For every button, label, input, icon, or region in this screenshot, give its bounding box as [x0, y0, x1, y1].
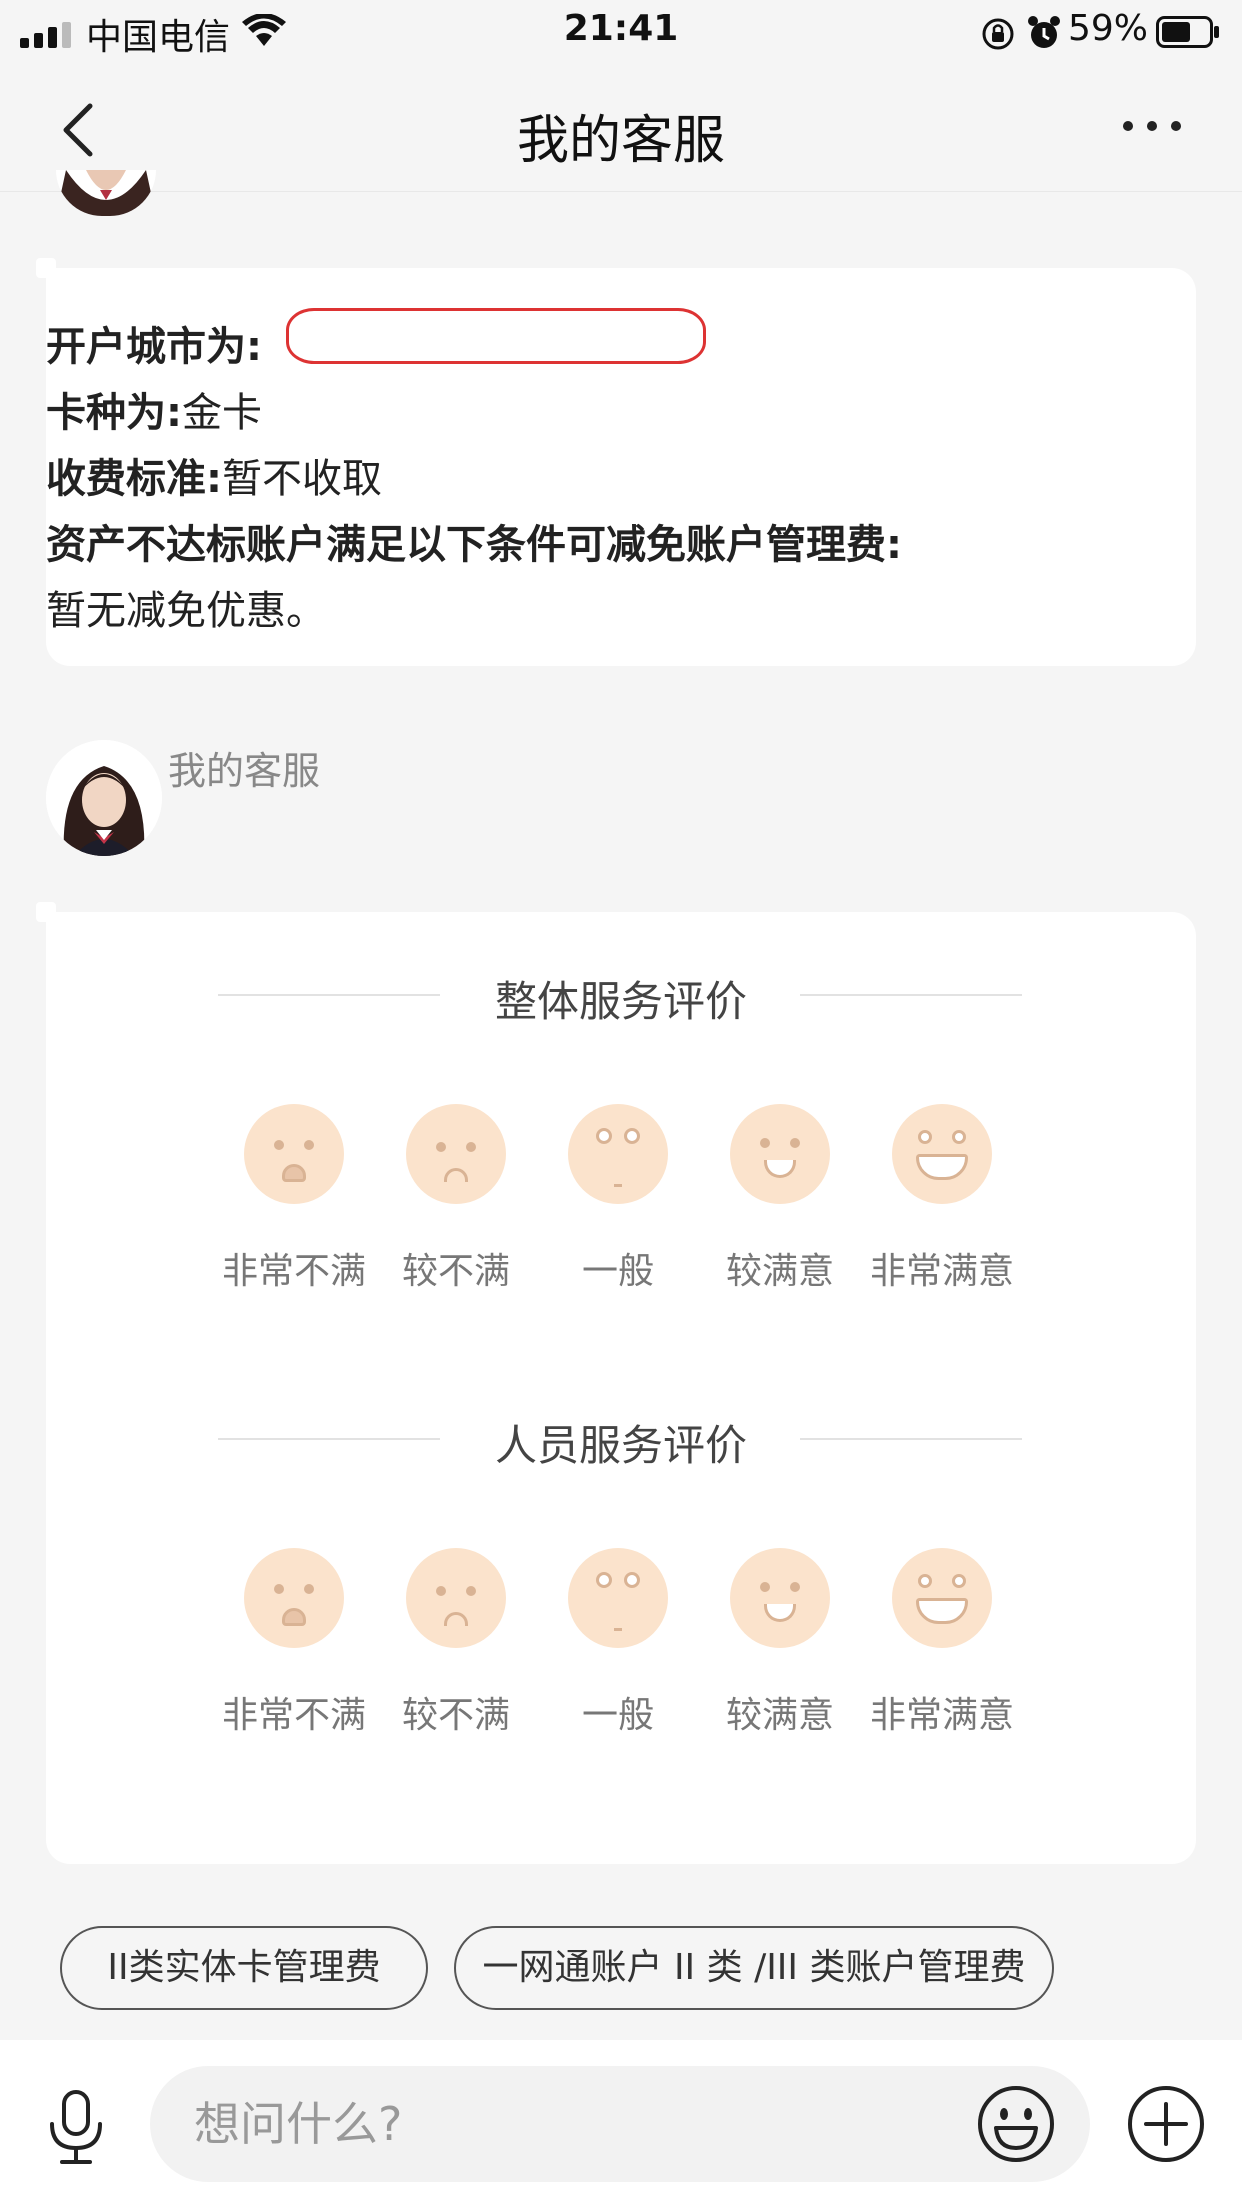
- fee-standard-label: 收费标准:: [46, 456, 222, 502]
- card-type-line: 卡种为:金卡: [46, 380, 1166, 446]
- redaction-outline: [286, 308, 706, 364]
- nav-bar: 我的客服: [0, 62, 1242, 192]
- status-bar: 中国电信 21:41 59%: [0, 0, 1242, 62]
- satisfied-face-icon: [730, 1104, 830, 1204]
- alarm-icon: [1028, 16, 1060, 48]
- option-label: 较满意: [725, 1695, 834, 1736]
- quick-reply-bar: II类实体卡管理费 一网通账户 II 类 /III 类账户管理费: [0, 1896, 1242, 2036]
- waiver-value: 暂无减免优惠。: [46, 588, 326, 634]
- staff-very-dissatisfied[interactable]: 非常不满: [214, 1548, 374, 1738]
- staff-rating-title: 人员服务评价: [494, 1421, 747, 1470]
- fee-standard-value: 暂不收取: [222, 456, 382, 502]
- emoji-icon[interactable]: [976, 2084, 1056, 2164]
- quick-reply-chip[interactable]: II类实体卡管理费: [60, 1926, 428, 2010]
- neutral-face-icon: [568, 1104, 668, 1204]
- quick-reply-chip[interactable]: 一网通账户 II 类 /III 类账户管理费: [454, 1926, 1054, 2010]
- page-title: 我的客服: [516, 111, 725, 171]
- waiver-condition-label: 资产不达标账户满足以下条件可减免账户管理费:: [46, 522, 902, 568]
- waiver-condition-line: 资产不达标账户满足以下条件可减免账户管理费:: [46, 512, 1166, 578]
- waiver-value-line: 暂无减免优惠。: [46, 578, 1166, 644]
- staff-dissatisfied[interactable]: 较不满: [376, 1548, 536, 1738]
- card-type-label: 卡种为:: [46, 390, 182, 436]
- rating-card: 整体服务评价 非常不满 较不满 一般 较满意 非常满意 人员服务评价 非常不满 …: [36, 902, 1196, 1864]
- option-label: 非常满意: [869, 1695, 1014, 1736]
- divider-right: [800, 1438, 1022, 1440]
- battery-icon: [1156, 16, 1219, 48]
- option-label: 非常满意: [869, 1251, 1014, 1292]
- staff-neutral[interactable]: 一般: [538, 1548, 698, 1738]
- bubble-tail: [36, 258, 56, 278]
- rotation-lock-icon: [982, 18, 1014, 50]
- card-type-value: 金卡: [182, 390, 262, 436]
- open-city-label: 开户城市为:: [46, 324, 262, 370]
- agent-name: 我的客服: [168, 749, 321, 793]
- very-dissatisfied-face-icon: [244, 1548, 344, 1648]
- overall-neutral[interactable]: 一般: [538, 1104, 698, 1294]
- divider-right: [800, 994, 1022, 996]
- very-satisfied-face-icon: [892, 1548, 992, 1648]
- microphone-icon[interactable]: [46, 2088, 106, 2168]
- option-label: 较不满: [401, 1251, 510, 1292]
- more-options-icon[interactable]: [1120, 118, 1184, 134]
- staff-satisfied[interactable]: 较满意: [700, 1548, 860, 1738]
- very-dissatisfied-face-icon: [244, 1104, 344, 1204]
- message-input-container: [150, 2066, 1090, 2182]
- option-label: 一般: [581, 1695, 654, 1736]
- plus-icon[interactable]: [1126, 2084, 1206, 2164]
- option-label: 非常不满: [221, 1695, 366, 1736]
- staff-very-satisfied[interactable]: 非常满意: [862, 1548, 1022, 1738]
- satisfied-face-icon: [730, 1548, 830, 1648]
- previous-message-avatar: [56, 170, 156, 216]
- overall-satisfied[interactable]: 较满意: [700, 1104, 860, 1294]
- option-label: 非常不满: [221, 1251, 366, 1292]
- account-info-message: 开户城市为: 卡种为:金卡 收费标准:暂不收取 资产不达标账户满足以下条件可减免…: [36, 258, 1196, 666]
- neutral-face-icon: [568, 1548, 668, 1648]
- fee-standard-line: 收费标准:暂不收取: [46, 446, 1166, 512]
- bubble-tail: [36, 902, 56, 922]
- option-label: 较满意: [725, 1251, 834, 1292]
- option-label: 一般: [581, 1251, 654, 1292]
- agent-avatar[interactable]: [46, 740, 162, 856]
- very-satisfied-face-icon: [892, 1104, 992, 1204]
- overall-rating-title: 整体服务评价: [494, 977, 747, 1026]
- battery-percent: 59%: [1068, 8, 1149, 49]
- dissatisfied-face-icon: [406, 1104, 506, 1204]
- input-bar: [0, 2040, 1242, 2208]
- message-input[interactable]: [150, 2066, 930, 2182]
- overall-very-satisfied[interactable]: 非常满意: [862, 1104, 1022, 1294]
- dissatisfied-face-icon: [406, 1548, 506, 1648]
- overall-very-dissatisfied[interactable]: 非常不满: [214, 1104, 374, 1294]
- option-label: 较不满: [401, 1695, 510, 1736]
- overall-dissatisfied[interactable]: 较不满: [376, 1104, 536, 1294]
